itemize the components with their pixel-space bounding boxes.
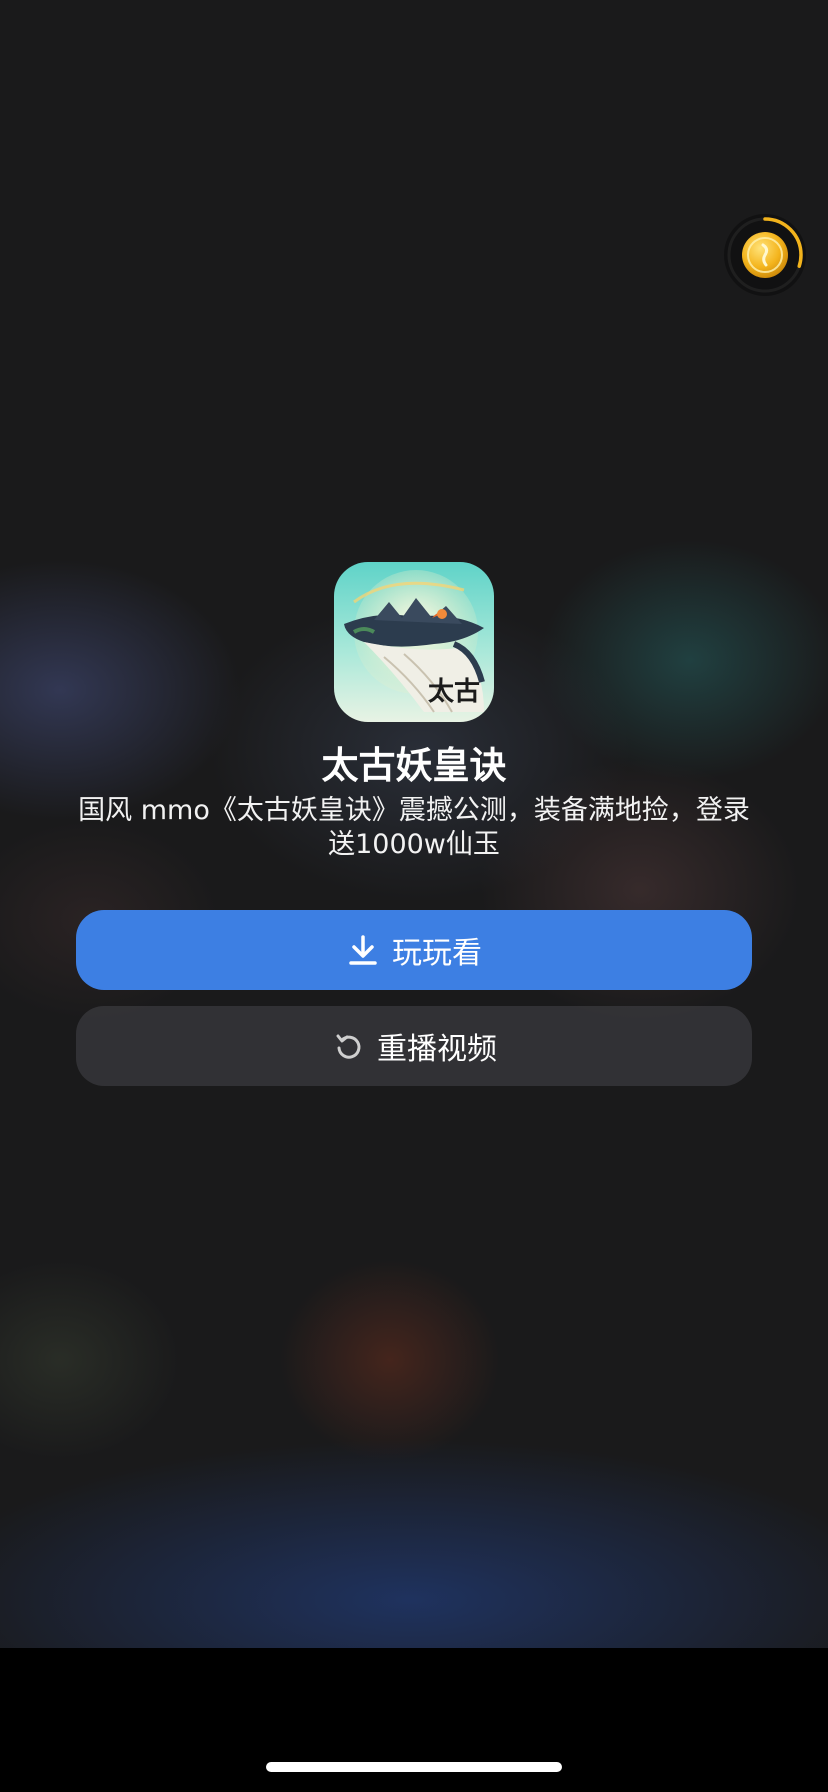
app-icon[interactable]: 太古 bbox=[334, 562, 494, 722]
game-artwork-image: 太古 bbox=[334, 562, 494, 722]
icon-watermark-text: 太古 bbox=[428, 677, 480, 706]
home-indicator[interactable] bbox=[266, 1762, 562, 1772]
app-description: 国风 mmo《太古妖皇诀》震撼公测，装备满地捡，登录送1000w仙玉 bbox=[78, 795, 750, 860]
coin-reward-widget[interactable] bbox=[724, 214, 806, 296]
replay-button[interactable]: 重播视频 bbox=[76, 1006, 752, 1086]
gold-coin-icon bbox=[727, 217, 803, 293]
replay-button-label: 重播视频 bbox=[377, 1032, 497, 1067]
replay-icon bbox=[331, 1029, 365, 1063]
download-icon bbox=[346, 933, 380, 967]
background-glow bbox=[0, 1260, 180, 1460]
play-button-label: 玩玩看 bbox=[392, 936, 482, 971]
background-glow bbox=[280, 1260, 500, 1460]
play-button[interactable]: 玩玩看 bbox=[76, 910, 752, 990]
app-title: 太古妖皇诀 bbox=[321, 744, 507, 787]
ad-end-screen: 太古 太古妖皇诀 国风 mmo《太古妖皇诀》震撼公测，装备满地捡，登录送1000… bbox=[0, 0, 828, 1792]
